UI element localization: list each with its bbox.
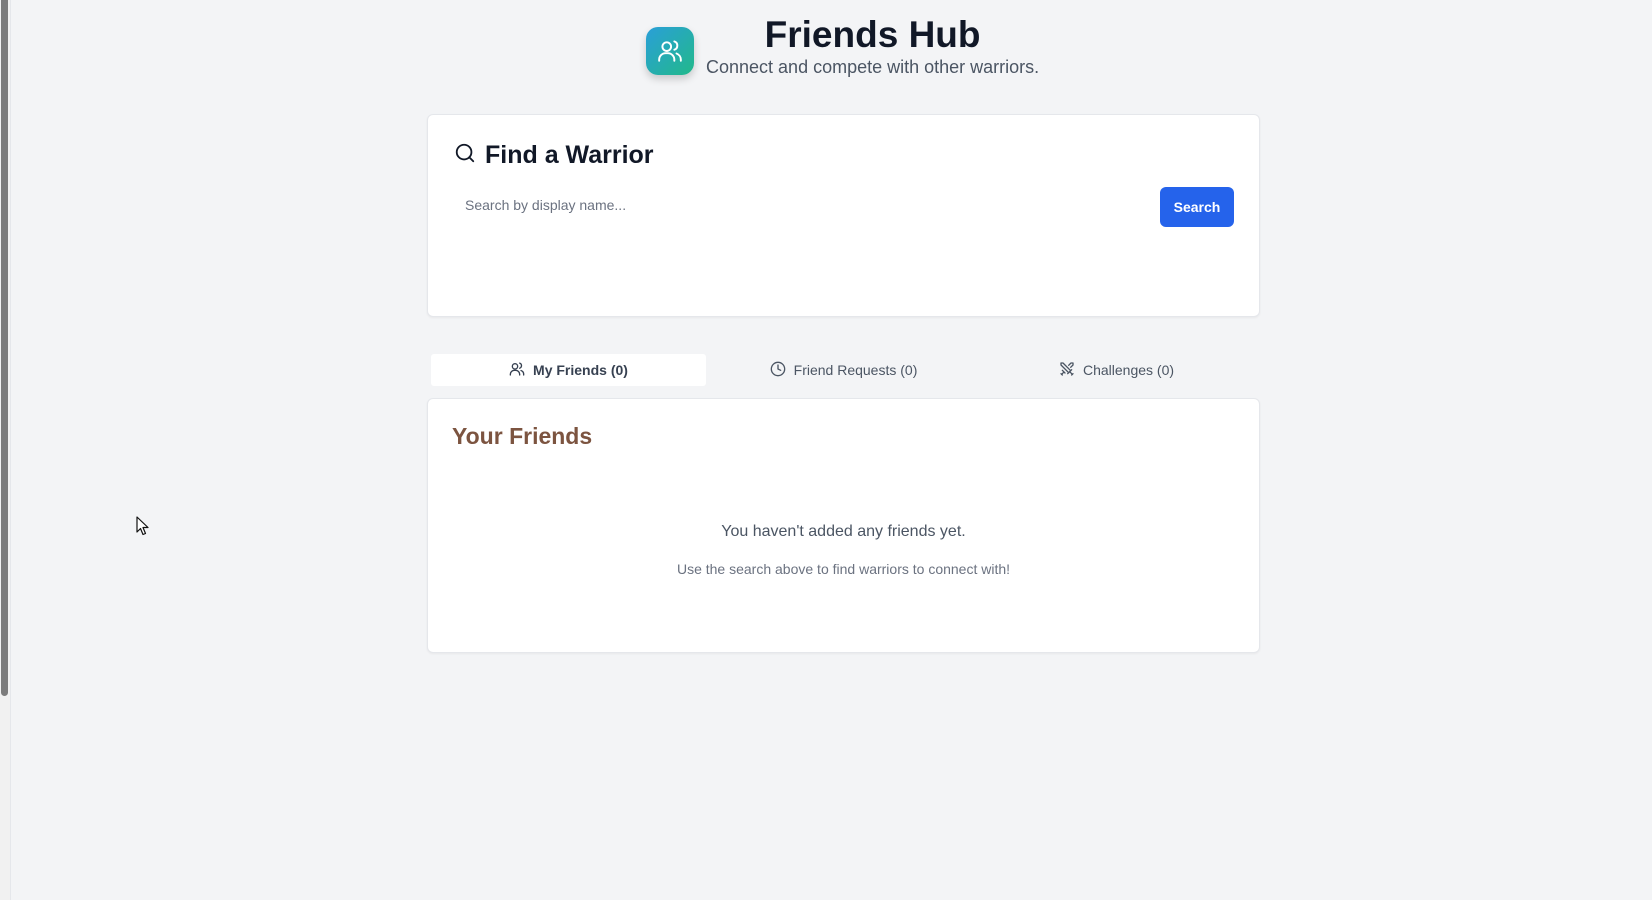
tab-label: My Friends (0) [533, 362, 628, 378]
friends-title: Your Friends [452, 423, 593, 449]
empty-state-message: You haven't added any friends yet. [721, 523, 966, 540]
search-heading-text: Find a Warrior [485, 141, 654, 169]
tab-friend-requests[interactable]: Friend Requests (0) [706, 354, 981, 386]
scrollbar-track[interactable] [0, 0, 11, 900]
empty-state-hint: Use the search above to find warriors to… [676, 561, 1011, 577]
search-heading: Find a Warrior [454, 141, 654, 170]
tab-challenges[interactable]: Challenges (0) [979, 354, 1254, 386]
scrollbar-thumb[interactable] [1, 0, 8, 696]
title-block: Friends Hub Connect and compete with oth… [706, 16, 1040, 78]
tab-my-friends[interactable]: My Friends (0) [431, 354, 706, 386]
tab-label: Challenges (0) [1082, 362, 1175, 378]
search-input[interactable] [453, 186, 1153, 224]
page-title: Friends Hub [764, 14, 981, 55]
users-icon [509, 361, 533, 380]
page-subtitle: Connect and compete with other warriors. [706, 57, 1040, 77]
search-button[interactable]: Search [1160, 187, 1234, 227]
tab-list: My Friends (0) Friend Requests (0) Chall… [427, 350, 1258, 390]
swords-icon [1059, 361, 1083, 380]
friends-panel: Your Friends You haven't added any frien… [427, 398, 1260, 653]
clock-icon [770, 361, 794, 380]
header-inner: Friends Hub Connect and compete with oth… [646, 16, 1040, 78]
search-card: Find a Warrior Search [427, 114, 1260, 317]
mouse-cursor-icon [136, 516, 150, 541]
tab-label: Friend Requests (0) [793, 362, 918, 378]
search-icon [454, 142, 476, 169]
page-header: Friends Hub Connect and compete with oth… [0, 0, 1652, 90]
users-icon [646, 27, 694, 75]
